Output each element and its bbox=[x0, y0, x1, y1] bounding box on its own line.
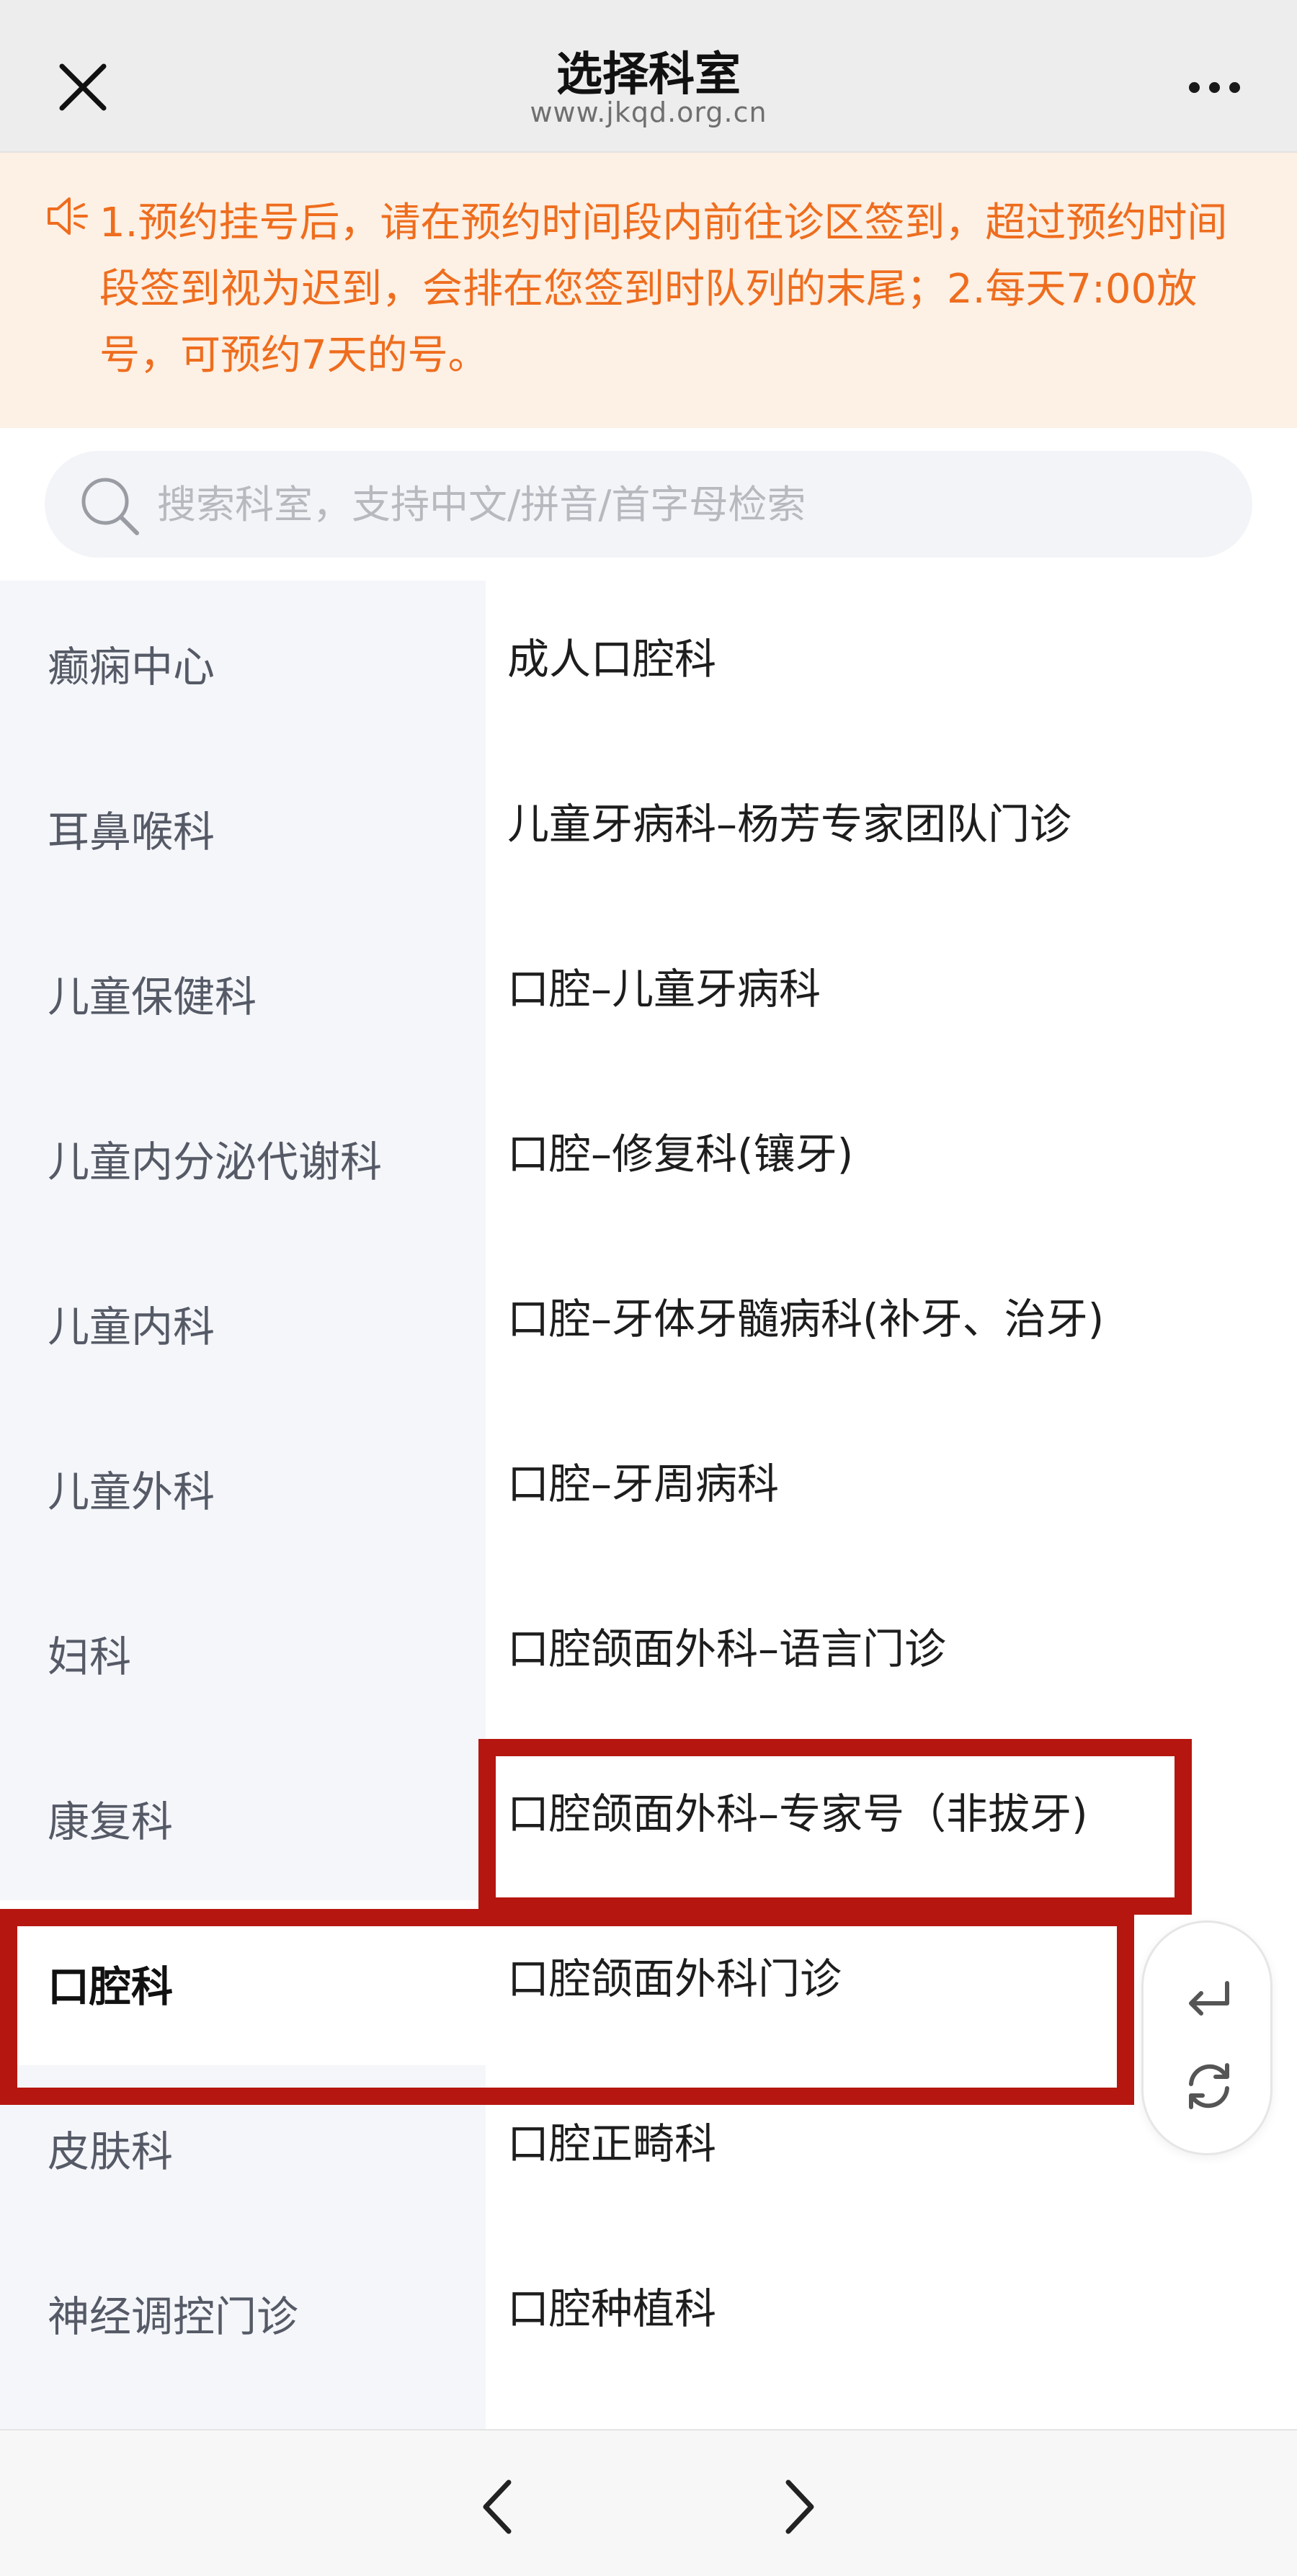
highlight-box-expert bbox=[478, 1739, 1192, 1915]
department-item[interactable]: 儿童牙病科–杨芳专家团队门诊 bbox=[486, 746, 1297, 911]
department-list: 成人口腔科 儿童牙病科–杨芳专家团队门诊 口腔–儿童牙病科 口腔–修复科(镶牙)… bbox=[486, 581, 1297, 2429]
category-item[interactable]: 儿童外科 bbox=[0, 1405, 486, 1570]
top-bar: 选择科室 www.jkqd.org.cn bbox=[0, 0, 1297, 153]
search-icon bbox=[81, 478, 139, 535]
category-item[interactable]: 儿童内分泌代谢科 bbox=[0, 1075, 486, 1240]
page-title: 选择科室 bbox=[556, 48, 741, 102]
department-item[interactable]: 成人口腔科 bbox=[486, 581, 1297, 746]
return-icon[interactable] bbox=[1175, 1966, 1243, 2034]
category-item[interactable]: 儿童保健科 bbox=[0, 911, 486, 1075]
notice-text: 1.预约挂号后，请在预约时间段内前往诊区签到，超过预约时间段签到视为迟到，会排在… bbox=[99, 200, 1228, 379]
chevron-right-icon[interactable] bbox=[761, 2471, 833, 2543]
page-url: www.jkqd.org.cn bbox=[530, 97, 767, 128]
category-list: 癫痫中心 耳鼻喉科 儿童保健科 儿童内分泌代谢科 儿童内科 儿童外科 妇科 康复… bbox=[0, 581, 486, 2429]
department-item[interactable]: 口腔–修复科(镶牙) bbox=[486, 1075, 1297, 1240]
category-item[interactable]: 耳鼻喉科 bbox=[0, 746, 486, 911]
category-item[interactable]: 儿童内科 bbox=[0, 1240, 486, 1405]
category-item[interactable]: 癫痫中心 bbox=[0, 581, 486, 746]
more-icon bbox=[1189, 82, 1200, 93]
floating-action-panel bbox=[1141, 1920, 1273, 2155]
department-item[interactable]: 口腔–牙周病科 bbox=[486, 1405, 1297, 1570]
category-item[interactable]: 神经调控门诊 bbox=[0, 2230, 486, 2395]
chevron-left-icon[interactable] bbox=[464, 2471, 536, 2543]
search-input[interactable] bbox=[157, 471, 1209, 537]
search-bar[interactable] bbox=[45, 451, 1252, 558]
department-item[interactable]: 口腔种植科 bbox=[486, 2230, 1297, 2395]
bottom-nav-bar bbox=[0, 2429, 1297, 2576]
refresh-icon[interactable] bbox=[1175, 2052, 1243, 2120]
category-item[interactable]: 妇科 bbox=[0, 1570, 486, 1735]
department-item[interactable]: 口腔–儿童牙病科 bbox=[486, 911, 1297, 1075]
category-item[interactable]: 康复科 bbox=[0, 1735, 486, 1900]
department-item[interactable]: 口腔颌面外科–语言门诊 bbox=[486, 1570, 1297, 1735]
speaker-icon bbox=[48, 197, 88, 235]
more-button[interactable] bbox=[1175, 65, 1254, 108]
highlight-box-selected-category bbox=[0, 1909, 1134, 2105]
department-item[interactable]: 口腔–牙体牙髓病科(补牙、治牙) bbox=[486, 1240, 1297, 1405]
